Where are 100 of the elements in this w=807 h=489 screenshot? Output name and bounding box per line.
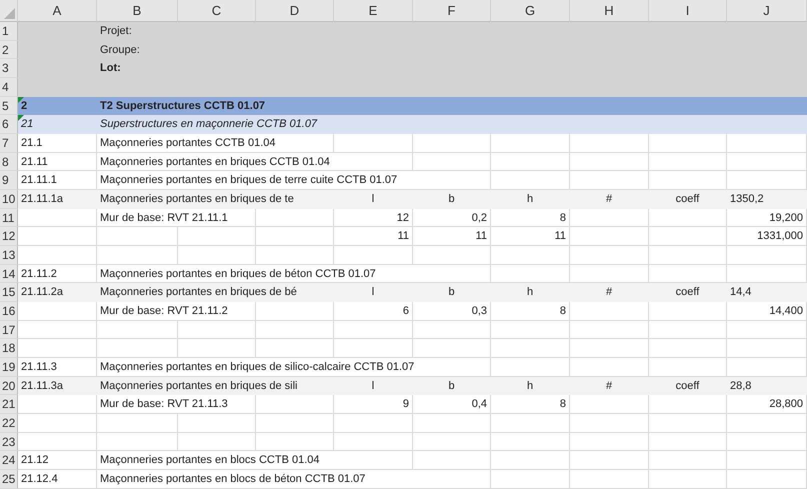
table-cell: 0,2 xyxy=(413,208,491,228)
table-cell: 8 xyxy=(491,302,570,321)
table-cell: 8 xyxy=(491,208,570,228)
table-cell-text: 1350,2 xyxy=(729,192,765,207)
table-cell: Maçonneries portantes en briques CCTB 01.04 xyxy=(97,152,413,172)
table-cell: 21.11.1 xyxy=(18,171,97,190)
table-cell: 21.11.2 xyxy=(18,264,97,284)
row-number[interactable]: 22 xyxy=(0,414,18,433)
table-cell: 21 xyxy=(18,115,97,134)
row-number[interactable]: 16 xyxy=(0,302,18,321)
table-cell: 8 xyxy=(491,395,570,414)
table-cell-text: coeff xyxy=(674,378,700,394)
table-cell-text: Maçonneries portantes en briques de bé xyxy=(99,285,298,300)
table-cell-text: coeff xyxy=(674,192,700,207)
table-cell: 2 xyxy=(18,96,97,116)
table-cell-text: Superstructures en maçonnerie CCTB 01.07 xyxy=(99,117,318,132)
table-cell-text: h xyxy=(526,378,534,394)
column-header[interactable]: D xyxy=(256,0,334,22)
row-number[interactable]: 7 xyxy=(0,134,18,153)
row-number[interactable]: 10 xyxy=(0,190,18,209)
table-cell: 14,400 xyxy=(727,302,807,321)
table-cell: 28,800 xyxy=(727,395,807,414)
select-all-icon[interactable] xyxy=(4,8,15,19)
table-cell: Mur de base: RVT 21.11.3 xyxy=(97,395,256,414)
table-cell: 12 xyxy=(334,208,413,228)
table-cell: 1331,000 xyxy=(727,227,807,246)
table-cell-text: coeff xyxy=(674,285,700,300)
table-cell: 11 xyxy=(413,227,491,246)
table-cell: 21.1 xyxy=(18,134,97,153)
table-cell-text: 14,4 xyxy=(729,285,752,300)
column-header[interactable]: J xyxy=(727,0,807,22)
row-number[interactable]: 25 xyxy=(0,470,18,489)
table-cell-text: Maçonneries portantes en briques de te xyxy=(99,192,295,207)
table-cell-text: 21.11.2a xyxy=(20,285,64,300)
table-cell: 6 xyxy=(334,302,413,321)
table-cell-text: T2 Superstructures CCTB 01.07 xyxy=(99,98,266,114)
table-cell: 21.11 xyxy=(18,152,97,172)
row-number[interactable]: 6 xyxy=(0,115,18,134)
column-header[interactable]: H xyxy=(570,0,649,22)
table-cell-text: b xyxy=(447,378,456,394)
row-number[interactable]: 14 xyxy=(0,264,18,284)
table-cell: Maçonneries portantes en briques de silico-calcaire CCTB 01.07 xyxy=(97,358,491,377)
table-cell: Maçonneries portantes en blocs CCTB 01.04 xyxy=(97,451,413,470)
table-cell: 19,200 xyxy=(727,208,807,228)
table-cell: Mur de base: RVT 21.11.1 xyxy=(97,208,256,228)
column-header[interactable]: B xyxy=(97,0,178,22)
table-cell-text: l xyxy=(370,192,376,207)
table-cell: Maçonneries portantes en blocs de béton CCTB 01.07 xyxy=(97,470,491,489)
row-number[interactable]: 8 xyxy=(0,152,18,172)
row-number[interactable]: 5 xyxy=(0,96,18,116)
row-number[interactable]: 4 xyxy=(0,78,18,97)
table-cell: 9 xyxy=(334,395,413,414)
row-number[interactable]: 20 xyxy=(0,376,18,396)
row-number[interactable]: 23 xyxy=(0,432,18,452)
column-header[interactable]: E xyxy=(334,0,413,22)
table-cell-text: h xyxy=(526,285,534,300)
table-cell-text: b xyxy=(447,192,456,207)
column-header[interactable]: I xyxy=(649,0,727,22)
table-cell-text: Maçonneries portantes en briques de sili xyxy=(99,378,299,394)
row-number[interactable]: 12 xyxy=(0,227,18,246)
column-header[interactable]: A xyxy=(18,0,97,22)
column-header[interactable]: G xyxy=(491,0,570,22)
row-number[interactable]: 13 xyxy=(0,246,18,265)
table-cell-text: # xyxy=(604,192,614,207)
table-cell: Maçonneries portantes en briques de béton CCTB 01.07 xyxy=(97,264,491,284)
table-cell: 11 xyxy=(491,227,570,246)
row-number[interactable]: 15 xyxy=(0,283,18,302)
table-cell: 0,3 xyxy=(413,302,491,321)
table-cell: 21.11.3 xyxy=(18,358,97,377)
row-number[interactable]: 18 xyxy=(0,339,18,358)
table-cell-text: l xyxy=(370,378,376,394)
table-cell-text: Groupe: xyxy=(99,42,141,58)
table-cell: 11 xyxy=(334,227,413,246)
row-number[interactable]: 21 xyxy=(0,395,18,414)
row-number[interactable]: 1 xyxy=(0,22,18,41)
table-cell-text: # xyxy=(604,378,614,394)
table-cell-text: Projet: xyxy=(99,24,133,39)
table-cell-text: 21.11.3a xyxy=(20,378,64,394)
table-cell: 21.12.4 xyxy=(18,470,97,489)
table-cell-text: 28,8 xyxy=(729,378,752,394)
row-number[interactable]: 9 xyxy=(0,171,18,190)
row-number[interactable]: 19 xyxy=(0,358,18,377)
table-cell-text: # xyxy=(604,285,614,300)
row-number[interactable]: 3 xyxy=(0,59,18,78)
table-cell: Mur de base: RVT 21.11.2 xyxy=(97,302,256,321)
table-cell: Maçonneries portantes en briques de terre cuite CCTB 01.07 xyxy=(97,171,491,190)
table-cell-text: h xyxy=(526,192,534,207)
column-header[interactable]: C xyxy=(178,0,256,22)
table-cell: 21.12 xyxy=(18,451,97,470)
table-cell: 0,4 xyxy=(413,395,491,414)
table-cell-text: b xyxy=(447,285,456,300)
table-cell-text: Lot: xyxy=(99,61,122,76)
column-header[interactable]: F xyxy=(413,0,491,22)
row-number[interactable]: 2 xyxy=(0,40,18,60)
table-cell-text: 21.11.1a xyxy=(20,192,64,207)
table-cell: Maçonneries portantes CCTB 01.04 xyxy=(97,134,334,153)
table-cell-text: l xyxy=(370,285,376,300)
row-number[interactable]: 24 xyxy=(0,451,18,470)
row-number[interactable]: 17 xyxy=(0,320,18,340)
row-number[interactable]: 11 xyxy=(0,208,18,228)
